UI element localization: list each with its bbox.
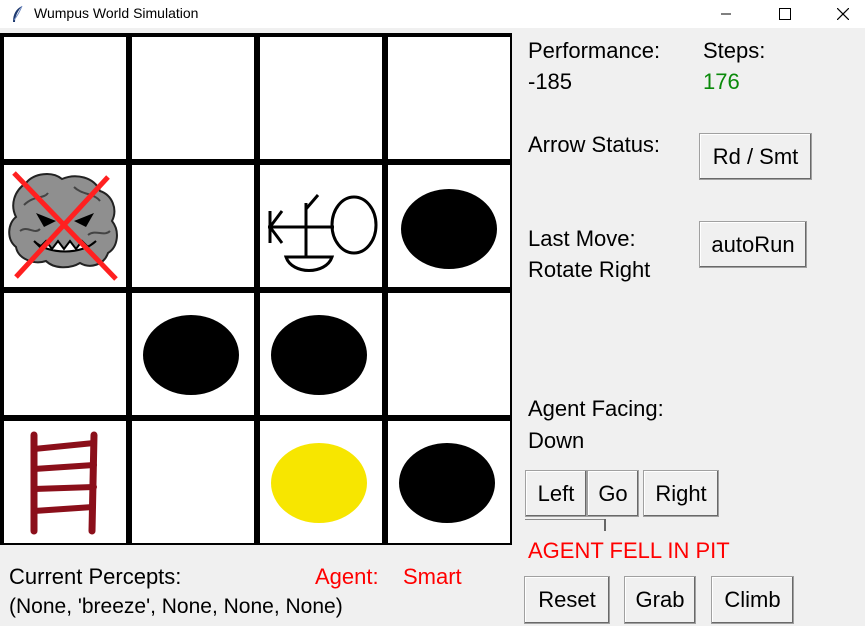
cell-r2-c1	[130, 291, 256, 417]
gold-icon	[271, 443, 367, 523]
maximize-icon	[779, 8, 791, 20]
cell-r0-c0	[2, 35, 128, 161]
cell-r1-c1	[130, 163, 256, 289]
cell-r3-c0	[2, 419, 128, 545]
window-title: Wumpus World Simulation	[34, 5, 199, 21]
cell-r3-c2	[258, 419, 384, 545]
minimize-button[interactable]	[703, 0, 749, 28]
agent-facing-label: Agent Facing:	[528, 396, 664, 421]
percepts-label: Current Percepts:	[9, 564, 182, 589]
pit-icon	[399, 443, 495, 523]
cell-r3-c3	[386, 419, 512, 545]
cell-r0-c2	[258, 35, 384, 161]
agent-type-value: Smart	[403, 564, 462, 589]
cell-r2-c3	[386, 291, 512, 417]
minimize-icon	[721, 13, 731, 15]
steps-value: 176	[703, 69, 740, 94]
feather-icon	[13, 5, 23, 22]
status-message: AGENT FELL IN PIT	[528, 538, 730, 563]
cell-r1-c2	[258, 163, 384, 289]
agent-icon	[268, 194, 378, 272]
maximize-button[interactable]	[762, 0, 808, 28]
go-button[interactable]: Go	[587, 470, 639, 517]
pit-icon	[401, 189, 497, 269]
world-grid	[0, 33, 512, 545]
agent-type-label: Agent:	[315, 564, 379, 589]
agent-facing-value: Down	[528, 428, 585, 453]
arrow-status-label: Arrow Status:	[528, 132, 661, 157]
dead-wumpus-icon	[8, 171, 118, 281]
cell-r1-c0	[2, 163, 128, 289]
left-button[interactable]: Left	[525, 470, 587, 517]
arrow-status-button[interactable]: Rd / Smt	[699, 133, 812, 180]
performance-value: -185	[528, 69, 573, 94]
right-button[interactable]: Right	[643, 470, 719, 517]
pit-icon	[271, 315, 367, 395]
title-bar: Wumpus World Simulation	[0, 0, 865, 28]
grab-button[interactable]: Grab	[624, 576, 696, 624]
steps-label: Steps:	[703, 38, 766, 63]
cell-r1-c3	[386, 163, 512, 289]
cell-r3-c1	[130, 419, 256, 545]
cell-r0-c1	[130, 35, 256, 161]
last-move-label: Last Move:	[528, 226, 636, 251]
close-icon	[837, 8, 849, 20]
ladder-icon	[30, 431, 98, 535]
performance-label: Performance:	[528, 38, 661, 63]
speed-slider[interactable]	[525, 519, 605, 532]
autorun-button[interactable]: autoRun	[699, 221, 807, 268]
pit-icon	[143, 315, 239, 395]
cell-r2-c2	[258, 291, 384, 417]
reset-button[interactable]: Reset	[524, 576, 610, 624]
speed-slider-handle[interactable]	[604, 519, 606, 531]
percepts-value: (None, 'breeze', None, None, None)	[9, 595, 343, 618]
cell-r2-c0	[2, 291, 128, 417]
last-move-value: Rotate Right	[528, 257, 651, 282]
climb-button[interactable]: Climb	[711, 576, 794, 624]
cell-r0-c3	[386, 35, 512, 161]
close-button[interactable]	[820, 0, 865, 28]
